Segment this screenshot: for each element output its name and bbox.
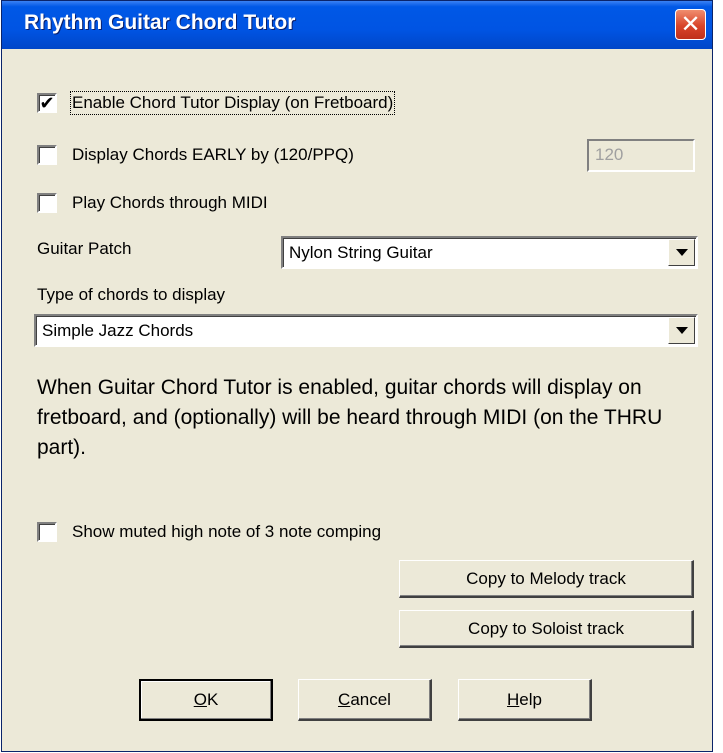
cancel-mnemonic: C — [338, 689, 351, 709]
show-muted-checkbox[interactable] — [37, 522, 57, 542]
enable-tutor-label[interactable]: Enable Chord Tutor Display (on Fretboard… — [69, 91, 396, 115]
cancel-label-rest: ancel — [350, 689, 391, 709]
checkmark-icon: ✔ — [39, 93, 55, 113]
guitar-patch-dropdown-button[interactable] — [668, 239, 695, 266]
ok-button[interactable]: OK — [139, 679, 273, 721]
enable-tutor-checkbox[interactable]: ✔ — [37, 93, 57, 113]
chevron-down-icon — [675, 249, 688, 256]
description-text: When Guitar Chord Tutor is enabled, guit… — [37, 376, 663, 459]
chord-type-dropdown-button[interactable] — [668, 317, 695, 344]
ok-mnemonic: O — [193, 690, 207, 709]
enable-tutor-row[interactable]: ✔ Enable Chord Tutor Display (on Fretboa… — [37, 90, 396, 116]
early-ticks-value: 120 — [595, 145, 624, 164]
chevron-down-icon — [675, 327, 688, 334]
guitar-patch-label: Guitar Patch — [37, 239, 132, 258]
dialog-window: Rhythm Guitar Chord Tutor ✕ ✔ Enable Cho… — [1, 0, 713, 752]
help-button[interactable]: Help — [458, 679, 592, 721]
copy-to-melody-button[interactable]: Copy to Melody track — [399, 560, 694, 598]
ok-label-rest: K — [206, 690, 219, 709]
chord-type-select[interactable]: Simple Jazz Chords — [34, 314, 698, 347]
play-midi-row[interactable]: Play Chords through MIDI — [37, 190, 268, 216]
cancel-button[interactable]: Cancel — [298, 679, 432, 721]
guitar-patch-value: Nylon String Guitar — [289, 243, 433, 262]
display-early-checkbox[interactable] — [37, 145, 57, 165]
show-muted-label[interactable]: Show muted high note of 3 note comping — [72, 522, 381, 542]
display-early-label[interactable]: Display Chords EARLY by (120/PPQ) — [72, 145, 354, 165]
early-ticks-input[interactable]: 120 — [587, 139, 695, 172]
play-midi-checkbox[interactable] — [37, 193, 57, 213]
window-title: Rhythm Guitar Chord Tutor — [24, 11, 296, 34]
guitar-patch-select[interactable]: Nylon String Guitar — [281, 236, 698, 269]
title-bar[interactable]: Rhythm Guitar Chord Tutor ✕ — [2, 1, 712, 49]
help-label-rest: elp — [519, 689, 542, 709]
play-midi-label[interactable]: Play Chords through MIDI — [72, 193, 268, 213]
help-mnemonic: H — [507, 689, 520, 709]
copy-to-soloist-button[interactable]: Copy to Soloist track — [399, 610, 694, 648]
chord-type-value: Simple Jazz Chords — [42, 321, 194, 340]
show-muted-row[interactable]: Show muted high note of 3 note comping — [37, 519, 381, 545]
close-icon: ✕ — [680, 11, 701, 38]
display-early-row[interactable]: Display Chords EARLY by (120/PPQ) — [37, 142, 354, 168]
close-button[interactable]: ✕ — [675, 9, 706, 40]
chord-type-label: Type of chords to display — [37, 285, 226, 304]
